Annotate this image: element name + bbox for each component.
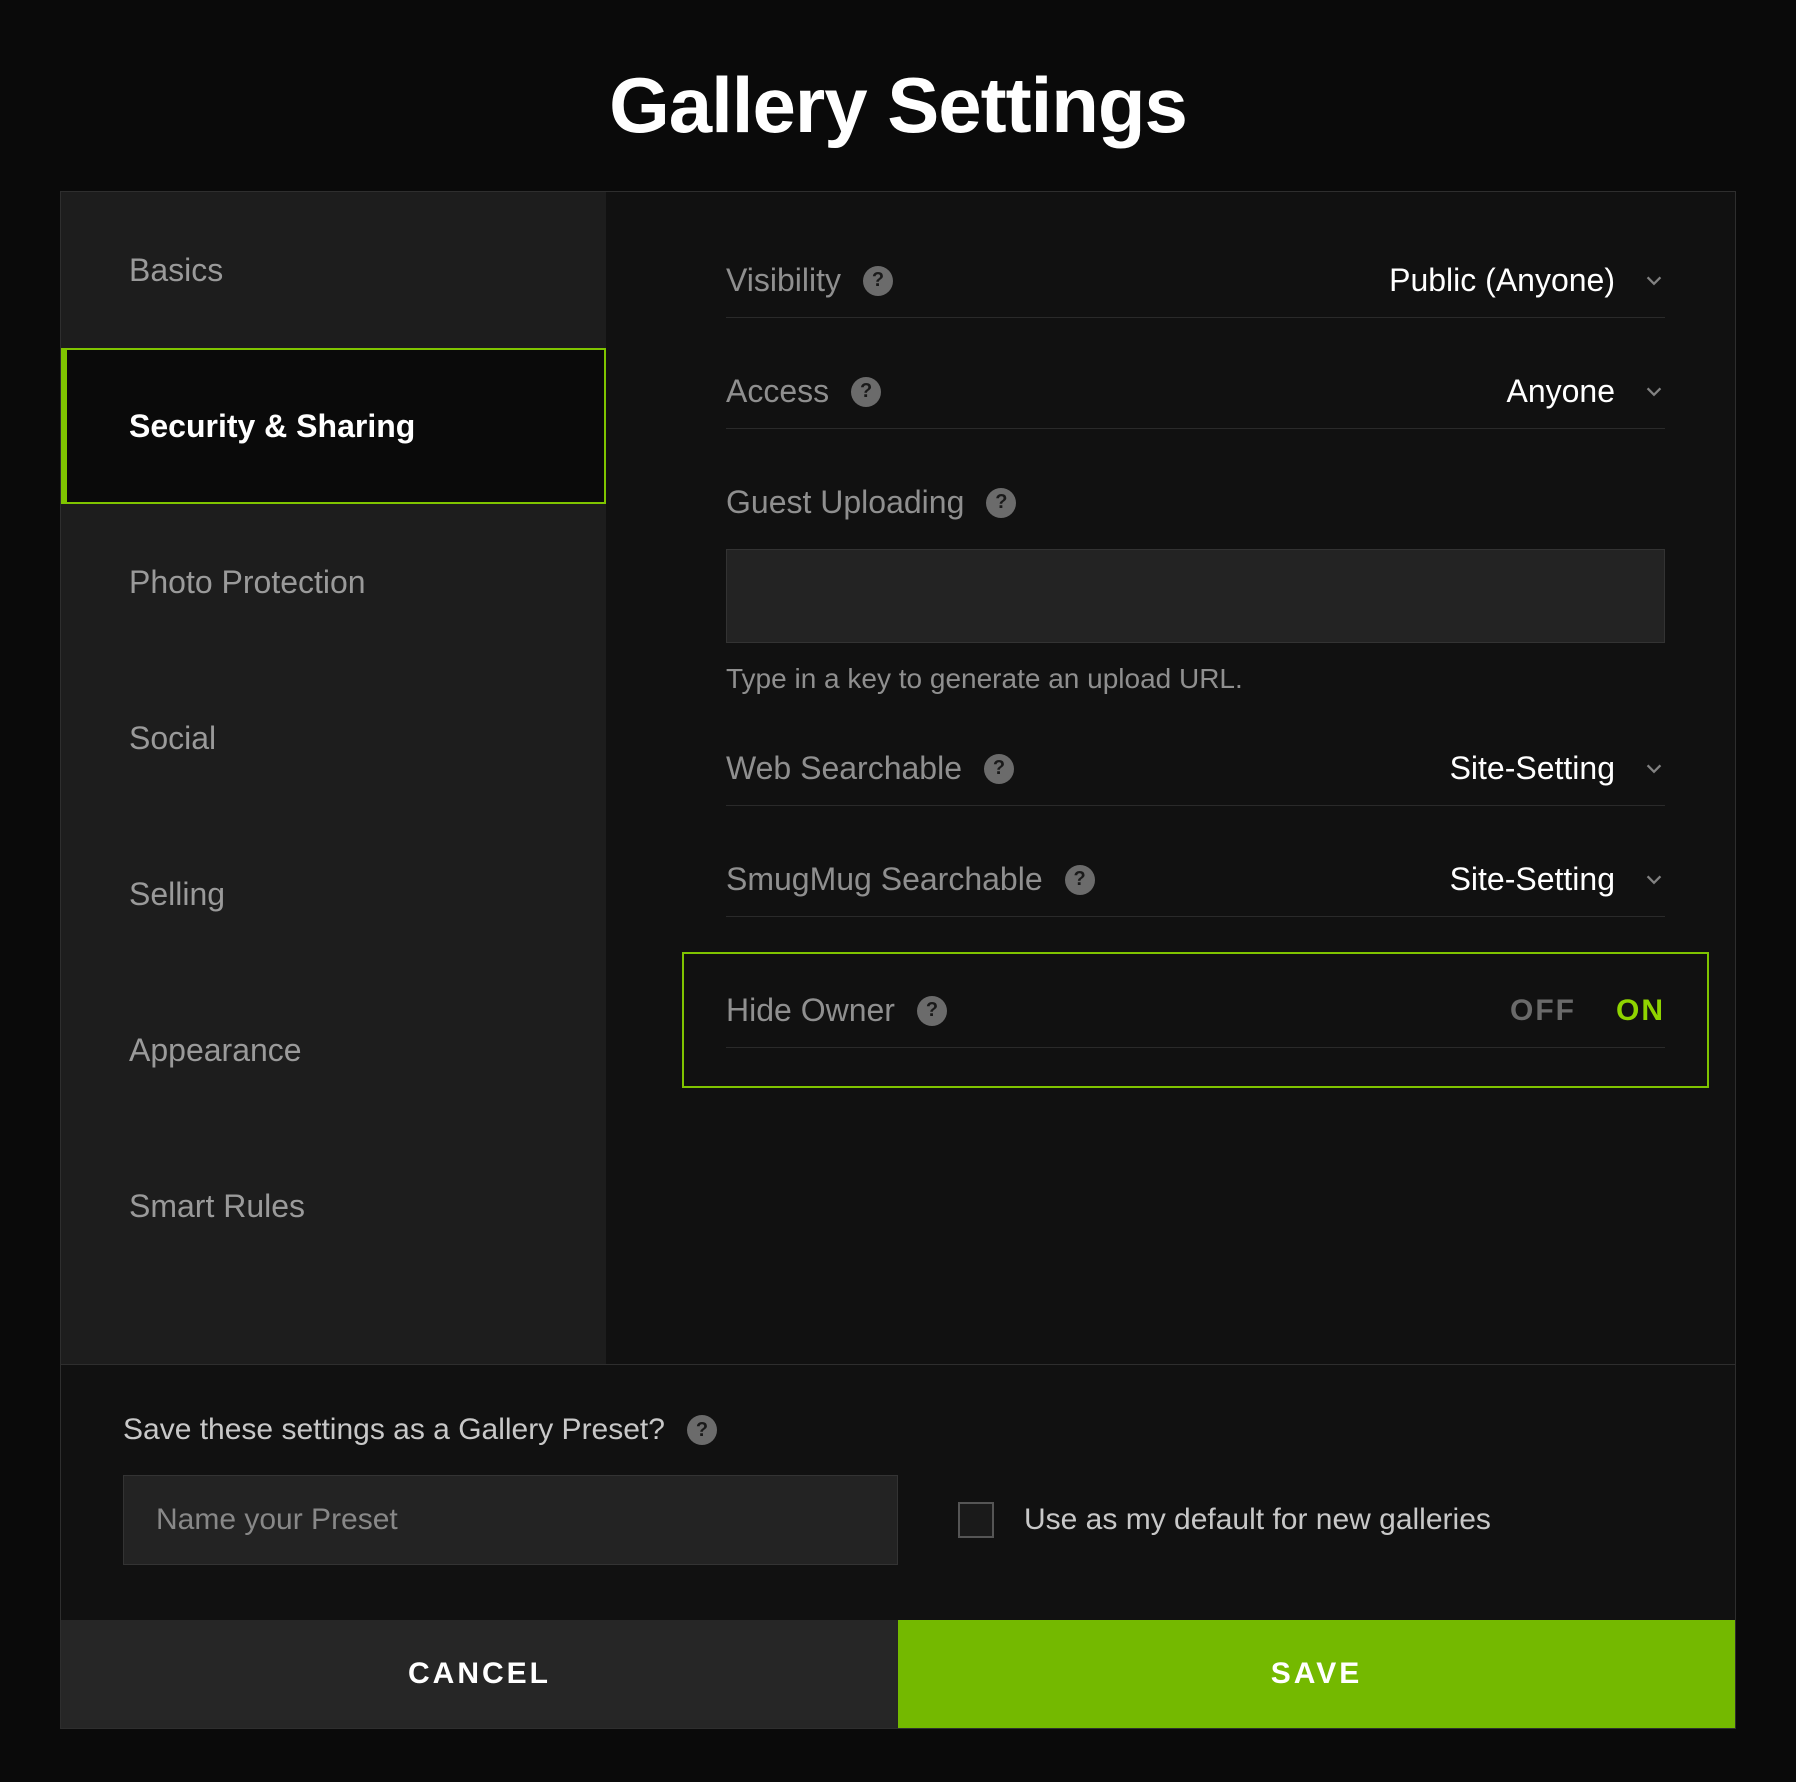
chevron-down-icon bbox=[1643, 869, 1665, 891]
access-value: Anyone bbox=[1506, 373, 1615, 410]
help-icon[interactable]: ? bbox=[984, 754, 1014, 784]
sidebar-item-smart-rules[interactable]: Smart Rules bbox=[61, 1128, 606, 1284]
default-gallery-checkbox[interactable]: Use as my default for new galleries bbox=[958, 1502, 1491, 1538]
setting-row-access: Access ? Anyone bbox=[726, 373, 1665, 429]
guest-uploading-input[interactable] bbox=[726, 549, 1665, 643]
web-searchable-value: Site-Setting bbox=[1450, 750, 1615, 787]
smugmug-searchable-value: Site-Setting bbox=[1450, 861, 1615, 898]
sidebar-item-label: Photo Protection bbox=[129, 564, 366, 601]
guest-uploading-hint: Type in a key to generate an upload URL. bbox=[726, 663, 1665, 695]
hide-owner-toggle[interactable]: OFF ON bbox=[1510, 994, 1665, 1028]
toggle-on[interactable]: ON bbox=[1616, 994, 1665, 1028]
visibility-value: Public (Anyone) bbox=[1389, 262, 1615, 299]
preset-section: Save these settings as a Gallery Preset?… bbox=[61, 1364, 1735, 1620]
sidebar-item-label: Appearance bbox=[129, 1032, 302, 1069]
sidebar-item-social[interactable]: Social bbox=[61, 660, 606, 816]
setting-row-visibility: Visibility ? Public (Anyone) bbox=[726, 262, 1665, 318]
web-searchable-label: Web Searchable bbox=[726, 750, 962, 787]
sidebar-item-label: Basics bbox=[129, 252, 223, 289]
sidebar-item-photo-protection[interactable]: Photo Protection bbox=[61, 504, 606, 660]
checkbox-icon bbox=[958, 1502, 994, 1538]
web-searchable-dropdown[interactable]: Site-Setting bbox=[1450, 750, 1665, 787]
cancel-button[interactable]: CANCEL bbox=[61, 1620, 898, 1728]
help-icon[interactable]: ? bbox=[917, 996, 947, 1026]
preset-name-input[interactable] bbox=[123, 1475, 898, 1565]
default-gallery-label: Use as my default for new galleries bbox=[1024, 1503, 1491, 1537]
settings-content: Visibility ? Public (Anyone) Access ? bbox=[606, 192, 1735, 1364]
sidebar-item-security-sharing[interactable]: Security & Sharing bbox=[61, 348, 606, 504]
save-button[interactable]: SAVE bbox=[898, 1620, 1735, 1728]
setting-row-hide-owner-highlight: Hide Owner ? OFF ON bbox=[682, 952, 1709, 1088]
action-bar: CANCEL SAVE bbox=[61, 1620, 1735, 1728]
chevron-down-icon bbox=[1643, 758, 1665, 780]
sidebar-item-basics[interactable]: Basics bbox=[61, 192, 606, 348]
visibility-dropdown[interactable]: Public (Anyone) bbox=[1389, 262, 1665, 299]
smugmug-searchable-dropdown[interactable]: Site-Setting bbox=[1450, 861, 1665, 898]
sidebar-item-label: Smart Rules bbox=[129, 1188, 305, 1225]
help-icon[interactable]: ? bbox=[687, 1415, 717, 1445]
toggle-off[interactable]: OFF bbox=[1510, 994, 1576, 1028]
chevron-down-icon bbox=[1643, 270, 1665, 292]
sidebar-item-appearance[interactable]: Appearance bbox=[61, 972, 606, 1128]
help-icon[interactable]: ? bbox=[863, 266, 893, 296]
help-icon[interactable]: ? bbox=[986, 488, 1016, 518]
access-label: Access bbox=[726, 373, 829, 410]
setting-row-hide-owner: Hide Owner ? OFF ON bbox=[726, 992, 1665, 1048]
settings-panel: Basics Security & Sharing Photo Protecti… bbox=[60, 191, 1736, 1729]
sidebar-item-label: Social bbox=[129, 720, 216, 757]
preset-prompt: Save these settings as a Gallery Preset? bbox=[123, 1413, 665, 1447]
smugmug-searchable-label: SmugMug Searchable bbox=[726, 861, 1043, 898]
setting-row-web-searchable: Web Searchable ? Site-Setting bbox=[726, 750, 1665, 806]
page-title: Gallery Settings bbox=[609, 60, 1187, 151]
access-dropdown[interactable]: Anyone bbox=[1506, 373, 1665, 410]
setting-row-guest-uploading: Guest Uploading ? Type in a key to gener… bbox=[726, 484, 1665, 695]
chevron-down-icon bbox=[1643, 381, 1665, 403]
sidebar-item-selling[interactable]: Selling bbox=[61, 816, 606, 972]
sidebar-item-label: Selling bbox=[129, 876, 225, 913]
sidebar: Basics Security & Sharing Photo Protecti… bbox=[61, 192, 606, 1364]
setting-row-smugmug-searchable: SmugMug Searchable ? Site-Setting bbox=[726, 861, 1665, 917]
sidebar-item-label: Security & Sharing bbox=[129, 408, 415, 445]
help-icon[interactable]: ? bbox=[1065, 865, 1095, 895]
hide-owner-label: Hide Owner bbox=[726, 992, 895, 1029]
guest-uploading-label: Guest Uploading bbox=[726, 484, 964, 521]
visibility-label: Visibility bbox=[726, 262, 841, 299]
help-icon[interactable]: ? bbox=[851, 377, 881, 407]
